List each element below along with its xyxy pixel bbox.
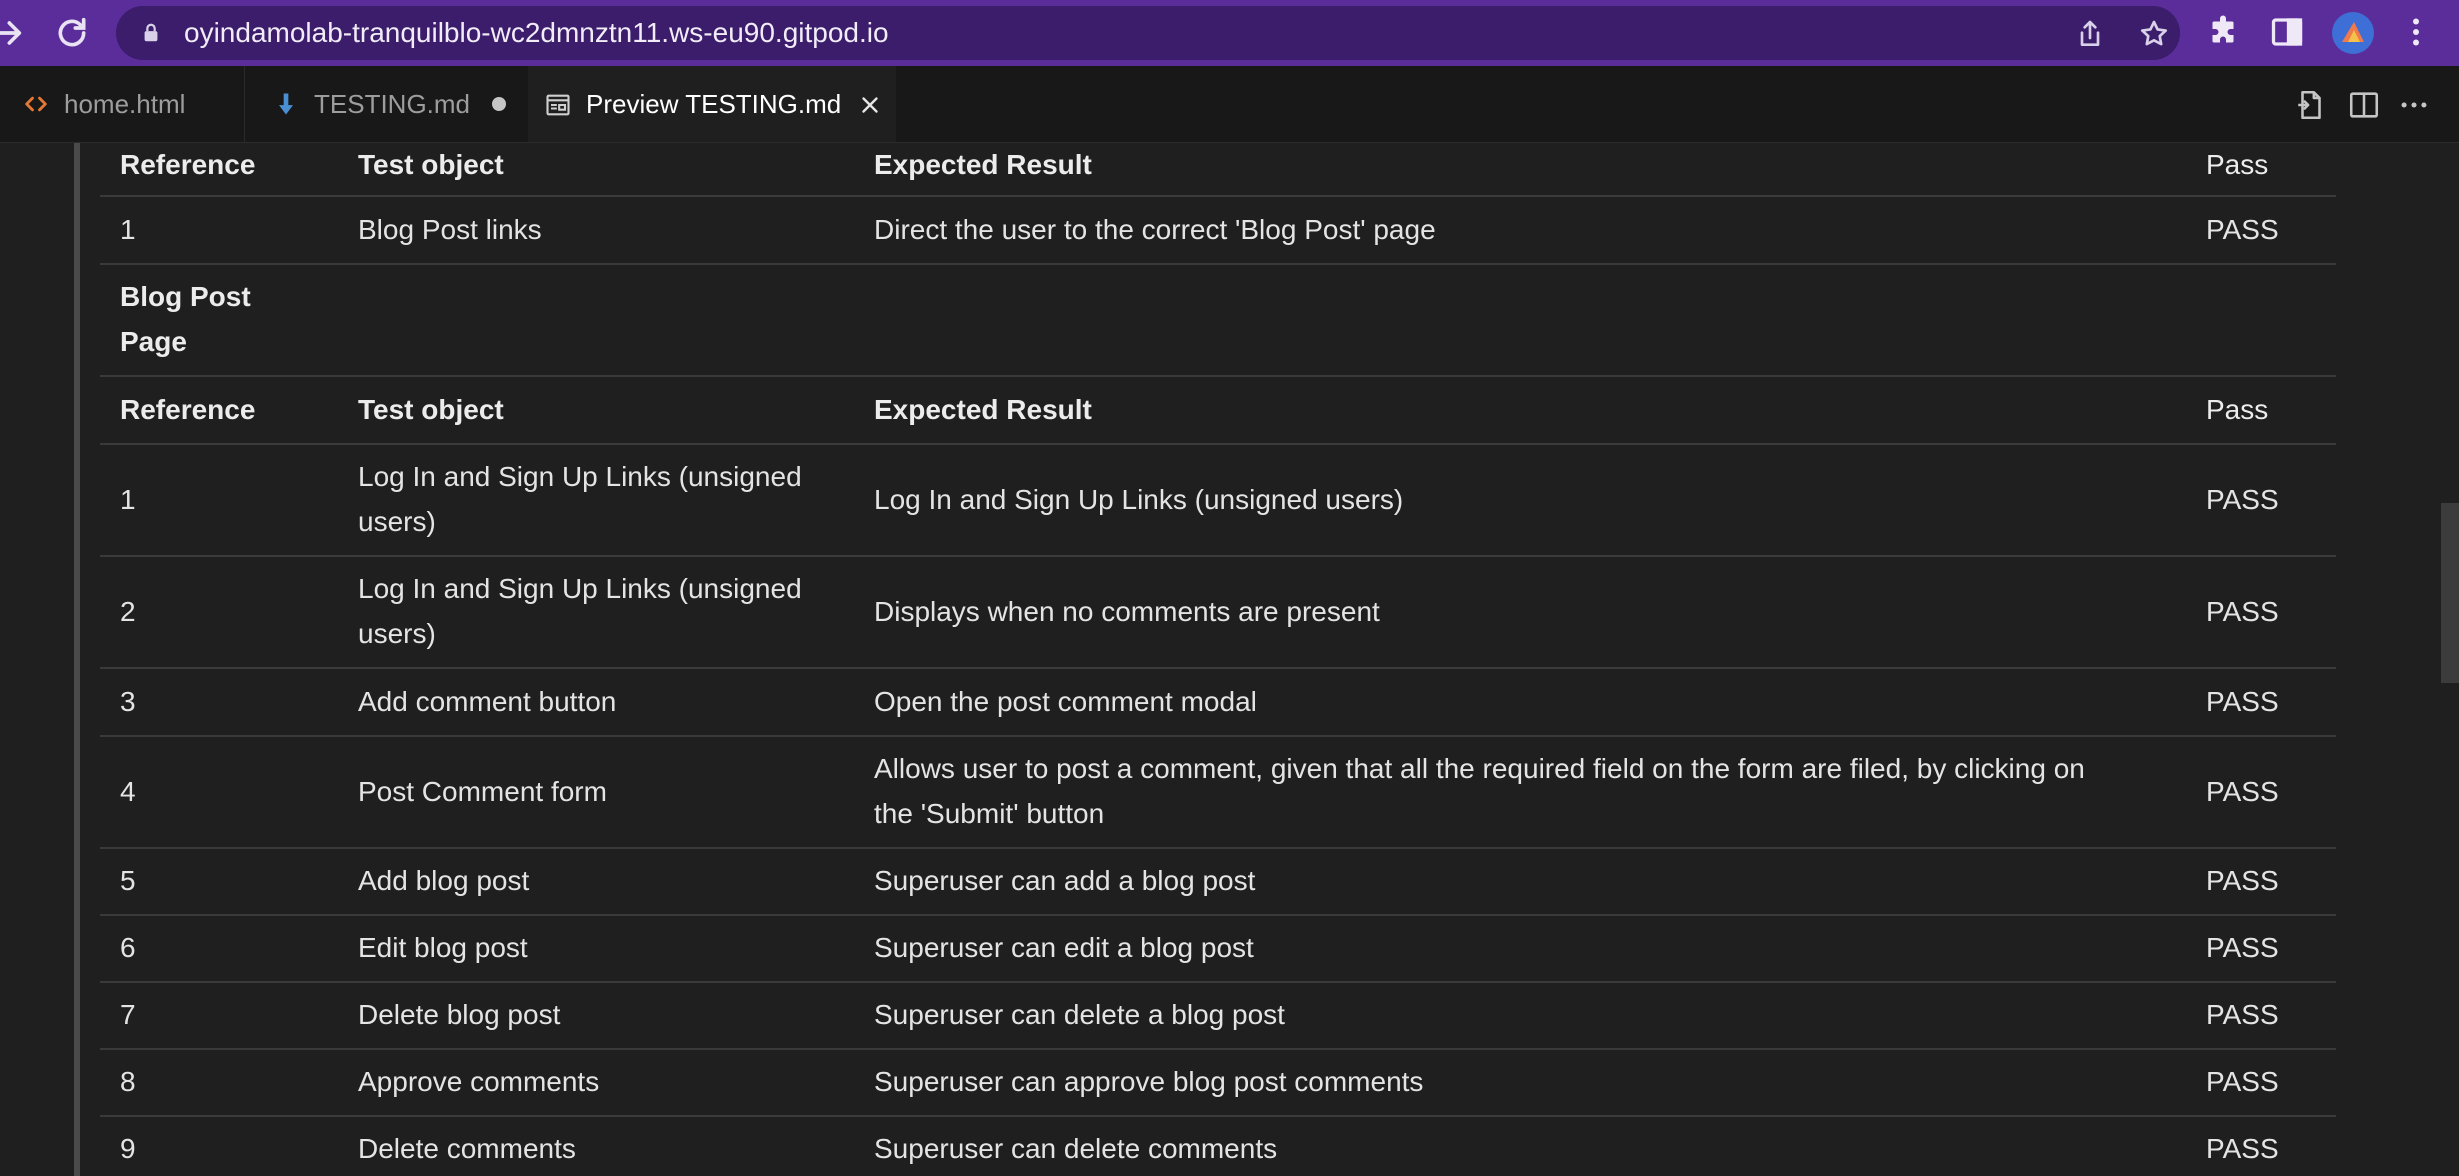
cell-object-line-2: users) [358,506,436,537]
extensions-puzzle-icon[interactable] [2205,14,2241,50]
cell-expected-line-1: Allows user to post a comment, given tha… [874,753,2085,784]
cell-pass: PASS [2206,865,2279,896]
table-row: 7 Delete blog post Superuser can delete … [100,983,2336,1050]
tab-label: TESTING.md [314,88,471,119]
cell-ref: 6 [120,932,136,963]
profile-avatar[interactable] [2332,12,2374,54]
section-title-line-2: Page [120,326,187,357]
cell-expected: Direct the user to the correct 'Blog Pos… [874,214,1436,245]
browser-menu-icon[interactable] [2398,14,2434,50]
cell-expected: Log In and Sign Up Links (unsigned users… [874,484,1404,515]
table-row: 8 Approve comments Superuser can approve… [100,1050,2336,1117]
cell-pass: PASS [2206,596,2279,627]
cell-pass: PASS [2206,1133,2279,1164]
cell-expected: Displays when no comments are present [874,596,1380,627]
table-row: 5 Add blog post Superuser can add a blog… [100,849,2336,916]
share-icon[interactable] [2074,18,2106,50]
header-reference: Reference [120,394,256,425]
header-pass: Pass [2206,149,2269,180]
avatar-image [2342,22,2364,42]
html-file-icon [25,96,47,112]
table-header-row: Reference Test object Expected Result Pa… [100,143,2336,197]
unsaved-dot-icon[interactable] [492,97,507,111]
lock-icon[interactable] [140,22,162,44]
cell-pass: PASS [2206,686,2279,717]
cell-ref: 9 [120,1133,136,1164]
cell-ref: 1 [120,484,136,515]
tab-divider [244,66,245,142]
cell-object: Blog Post links [358,214,542,245]
cell-ref: 8 [120,1066,136,1097]
markdown-preview: Reference Test object Expected Result Pa… [0,143,2459,1176]
table-header-row: Reference Test object Expected Result Pa… [100,377,2336,445]
markdown-file-icon [279,93,293,115]
tab-label: Preview TESTING.md [586,89,842,119]
cell-object: Add blog post [358,865,530,896]
table-row: 6 Edit blog post Superuser can edit a bl… [100,916,2336,983]
cell-pass: PASS [2206,214,2279,245]
tab-home-html[interactable]: home.html [22,66,244,142]
tab-testing-md[interactable]: TESTING.md [272,66,528,142]
open-source-file-icon[interactable] [2294,88,2328,122]
cell-object-line-2: users) [358,618,436,649]
header-test-object: Test object [358,394,504,425]
cell-ref: 3 [120,686,136,717]
more-actions-icon[interactable] [2397,88,2431,122]
cell-pass: PASS [2206,776,2279,807]
address-bar[interactable]: oyindamolab-tranquilblo-wc2dmnztn11.ws-e… [116,6,2180,60]
cell-object: Delete comments [358,1133,576,1164]
table-row: 2 Log In and Sign Up Links (unsigned use… [100,557,2336,669]
table-row: 3 Add comment button Open the post comme… [100,669,2336,737]
header-test-object: Test object [358,149,504,180]
editor-tab-strip: home.html TESTING.md Preview TESTING.md [0,66,2459,143]
tab-label: home.html [64,88,186,119]
cell-object-line-1: Log In and Sign Up Links (unsigned [358,461,802,492]
header-expected-result: Expected Result [874,394,1092,425]
cell-object: Approve comments [358,1066,600,1097]
cell-ref: 5 [120,865,136,896]
cell-pass: PASS [2206,999,2279,1030]
cell-expected-line-2: the 'Submit' button [874,798,1105,829]
cell-ref: 2 [120,596,136,627]
blockquote-border [74,143,80,1176]
cell-expected: Open the post comment modal [874,686,1257,717]
close-icon[interactable] [857,92,883,118]
section-title-row: Blog Post Page [100,265,2336,377]
cell-ref: 7 [120,999,136,1030]
tab-preview-testing-md[interactable]: Preview TESTING.md [528,66,896,142]
reload-icon[interactable] [52,13,92,53]
back-arrow-icon[interactable] [0,13,26,53]
table-row: 1 Log In and Sign Up Links (unsigned use… [100,445,2336,557]
url-text[interactable]: oyindamolab-tranquilblo-wc2dmnztn11.ws-e… [184,6,889,60]
cell-pass: PASS [2206,484,2279,515]
table-row: 9 Delete comments Superuser can delete c… [100,1117,2336,1176]
header-reference: Reference [120,149,256,180]
cell-expected: Superuser can edit a blog post [874,932,1254,963]
header-pass: Pass [2206,394,2269,425]
cell-ref: 1 [120,214,136,245]
cell-expected: Superuser can add a blog post [874,865,1256,896]
browser-toolbar: oyindamolab-tranquilblo-wc2dmnztn11.ws-e… [0,0,2459,66]
cell-pass: PASS [2206,932,2279,963]
header-expected-result: Expected Result [874,149,1092,180]
split-editor-icon[interactable] [2347,88,2381,122]
cell-ref: 4 [120,776,136,807]
cell-expected: Superuser can delete a blog post [874,999,1285,1030]
scrollbar-thumb[interactable] [2441,503,2459,683]
cell-expected: Superuser can approve blog post comments [874,1066,1424,1097]
side-panel-icon[interactable] [2269,14,2305,50]
preview-icon [546,94,570,115]
bookmark-star-icon[interactable] [2138,18,2170,50]
cell-object: Post Comment form [358,776,607,807]
cell-object: Delete blog post [358,999,561,1030]
cell-pass: PASS [2206,1066,2279,1097]
table-row: 4 Post Comment form Allows user to post … [100,737,2336,849]
cell-object: Edit blog post [358,932,528,963]
table-row: 1 Blog Post links Direct the user to the… [100,197,2336,265]
cell-object: Add comment button [358,686,617,717]
cell-object-line-1: Log In and Sign Up Links (unsigned [358,573,802,604]
section-title-line-1: Blog Post [120,281,251,312]
cell-expected: Superuser can delete comments [874,1133,1278,1164]
